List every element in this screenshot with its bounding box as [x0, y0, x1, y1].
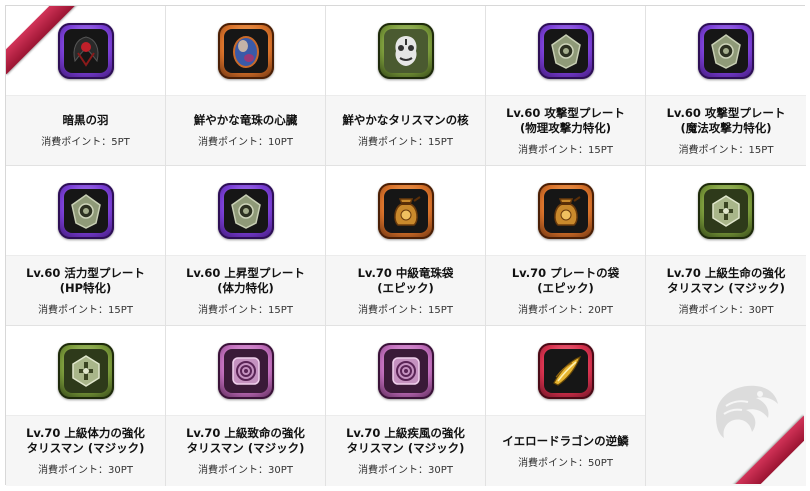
talisman-core-icon [377, 22, 434, 79]
item-icon-area [486, 6, 645, 96]
corner-ribbon-bottom-right [729, 409, 804, 484]
item-name: 鮮やかなタリスマンの核 [342, 113, 469, 127]
item-name: Lv.70 中級竜珠袋 (エピック) [357, 265, 454, 295]
item-points: 消費ポイント：10PT [198, 137, 293, 148]
item-icon-area [6, 166, 165, 256]
item-name: Lv.70 上級体力の強化 タリスマン (マジック) [26, 426, 145, 455]
item-card-gale-talisman[interactable]: Lv.70 上級疾風の強化 タリスマン (マジック) 消費ポイント：30PT [326, 326, 486, 486]
vitality-plate-icon [57, 182, 114, 239]
item-grid: 暗黒の羽 消費ポイント：5PT 鮮やかな竜珠の心臓 消費ポイント：10PT 鮮や… [6, 6, 806, 486]
item-points: 消費ポイント：30PT [358, 465, 453, 476]
dragon-orb-heart-icon [217, 22, 274, 79]
item-card-yellow-dragon-scale[interactable]: イエロードラゴンの逆鱗 消費ポイント：50PT [486, 326, 646, 486]
item-name: Lv.60 攻撃型プレート (物理攻撃力特化) [506, 105, 625, 135]
item-points: 消費ポイント：15PT [358, 304, 453, 316]
item-name: Lv.70 上級生命の強化 タリスマン (マジック) [666, 265, 786, 295]
item-card-stamina-talisman[interactable]: Lv.70 上級体力の強化 タリスマン (マジック) 消費ポイント：30PT [6, 326, 166, 486]
yellow-dragon-scale-icon [537, 342, 594, 399]
item-card-life-talisman[interactable]: Lv.70 上級生命の強化 タリスマン (マジック) 消費ポイント：30PT [646, 166, 806, 326]
item-card-attack-plate-physical[interactable]: Lv.60 攻撃型プレート (物理攻撃力特化) 消費ポイント：15PT [486, 6, 646, 166]
reward-catalog: 暗黒の羽 消費ポイント：5PT 鮮やかな竜珠の心臓 消費ポイント：10PT 鮮や… [5, 5, 806, 486]
item-icon-area [166, 166, 325, 256]
stamina-talisman-icon [57, 342, 114, 399]
item-icon-area [326, 166, 485, 256]
plate-pouch-icon [537, 182, 594, 239]
rising-plate-icon [217, 182, 274, 239]
item-icon-area [486, 166, 645, 256]
item-card-vitality-plate[interactable]: Lv.60 活力型プレート (HP特化) 消費ポイント：15PT [6, 166, 166, 326]
item-points: 消費ポイント：5PT [41, 137, 130, 148]
item-name: 鮮やかな竜珠の心臓 [193, 113, 298, 127]
critical-talisman-icon [217, 342, 274, 399]
item-name: 暗黒の羽 [62, 113, 109, 127]
magic-attack-plate-icon [698, 22, 754, 79]
corner-ribbon-top-left [6, 6, 81, 81]
life-talisman-icon [698, 182, 754, 239]
item-card-talisman-core[interactable]: 鮮やかなタリスマンの核 消費ポイント：15PT [326, 6, 486, 166]
item-points: 消費ポイント：30PT [678, 304, 774, 316]
item-points: 消費ポイント：30PT [198, 465, 293, 476]
item-points: 消費ポイント：20PT [518, 304, 613, 316]
item-name: Lv.70 上級致命の強化 タリスマン (マジック) [186, 426, 305, 455]
item-card-dragon-orb-pouch[interactable]: Lv.70 中級竜珠袋 (エピック) 消費ポイント：15PT [326, 166, 486, 326]
dragon-orb-pouch-icon [377, 182, 434, 239]
item-card-critical-talisman[interactable]: Lv.70 上級致命の強化 タリスマン (マジック) 消費ポイント：30PT [166, 326, 326, 486]
item-icon-area [646, 166, 806, 256]
item-icon-area [326, 326, 485, 416]
item-points: 消費ポイント：50PT [518, 457, 613, 469]
item-name: Lv.70 上級疾風の強化 タリスマン (マジック) [346, 426, 465, 455]
item-card-attack-plate-magic[interactable]: Lv.60 攻撃型プレート (魔法攻撃力特化) 消費ポイント：15PT [646, 6, 806, 166]
item-card-rising-plate[interactable]: Lv.60 上昇型プレート (体力特化) 消費ポイント：15PT [166, 166, 326, 326]
item-name: Lv.60 攻撃型プレート (魔法攻撃力特化) [666, 105, 786, 135]
item-name: Lv.60 活力型プレート (HP特化) [26, 265, 145, 295]
item-icon-area [6, 326, 165, 416]
item-points: 消費ポイント：15PT [678, 144, 774, 156]
item-icon-area [166, 6, 325, 96]
item-points: 消費ポイント：15PT [358, 137, 453, 148]
item-name: イエロードラゴンの逆鱗 [502, 433, 629, 448]
item-icon-area [486, 326, 645, 416]
item-card-plate-pouch[interactable]: Lv.70 プレートの袋 (エピック) 消費ポイント：20PT [486, 166, 646, 326]
item-points: 消費ポイント：15PT [518, 144, 613, 156]
gale-talisman-icon [377, 342, 434, 399]
item-card-dragon-orb-heart[interactable]: 鮮やかな竜珠の心臓 消費ポイント：10PT [166, 6, 326, 166]
item-icon-area [166, 326, 325, 416]
item-icon-area [326, 6, 485, 96]
item-points: 消費ポイント：30PT [38, 465, 133, 476]
item-icon-area [646, 6, 806, 96]
item-points: 消費ポイント：15PT [198, 304, 293, 316]
item-points: 消費ポイント：15PT [38, 304, 133, 316]
item-name: Lv.60 上昇型プレート (体力特化) [186, 265, 305, 295]
attack-plate-icon [537, 22, 594, 79]
item-name: Lv.70 プレートの袋 (エピック) [511, 265, 620, 295]
